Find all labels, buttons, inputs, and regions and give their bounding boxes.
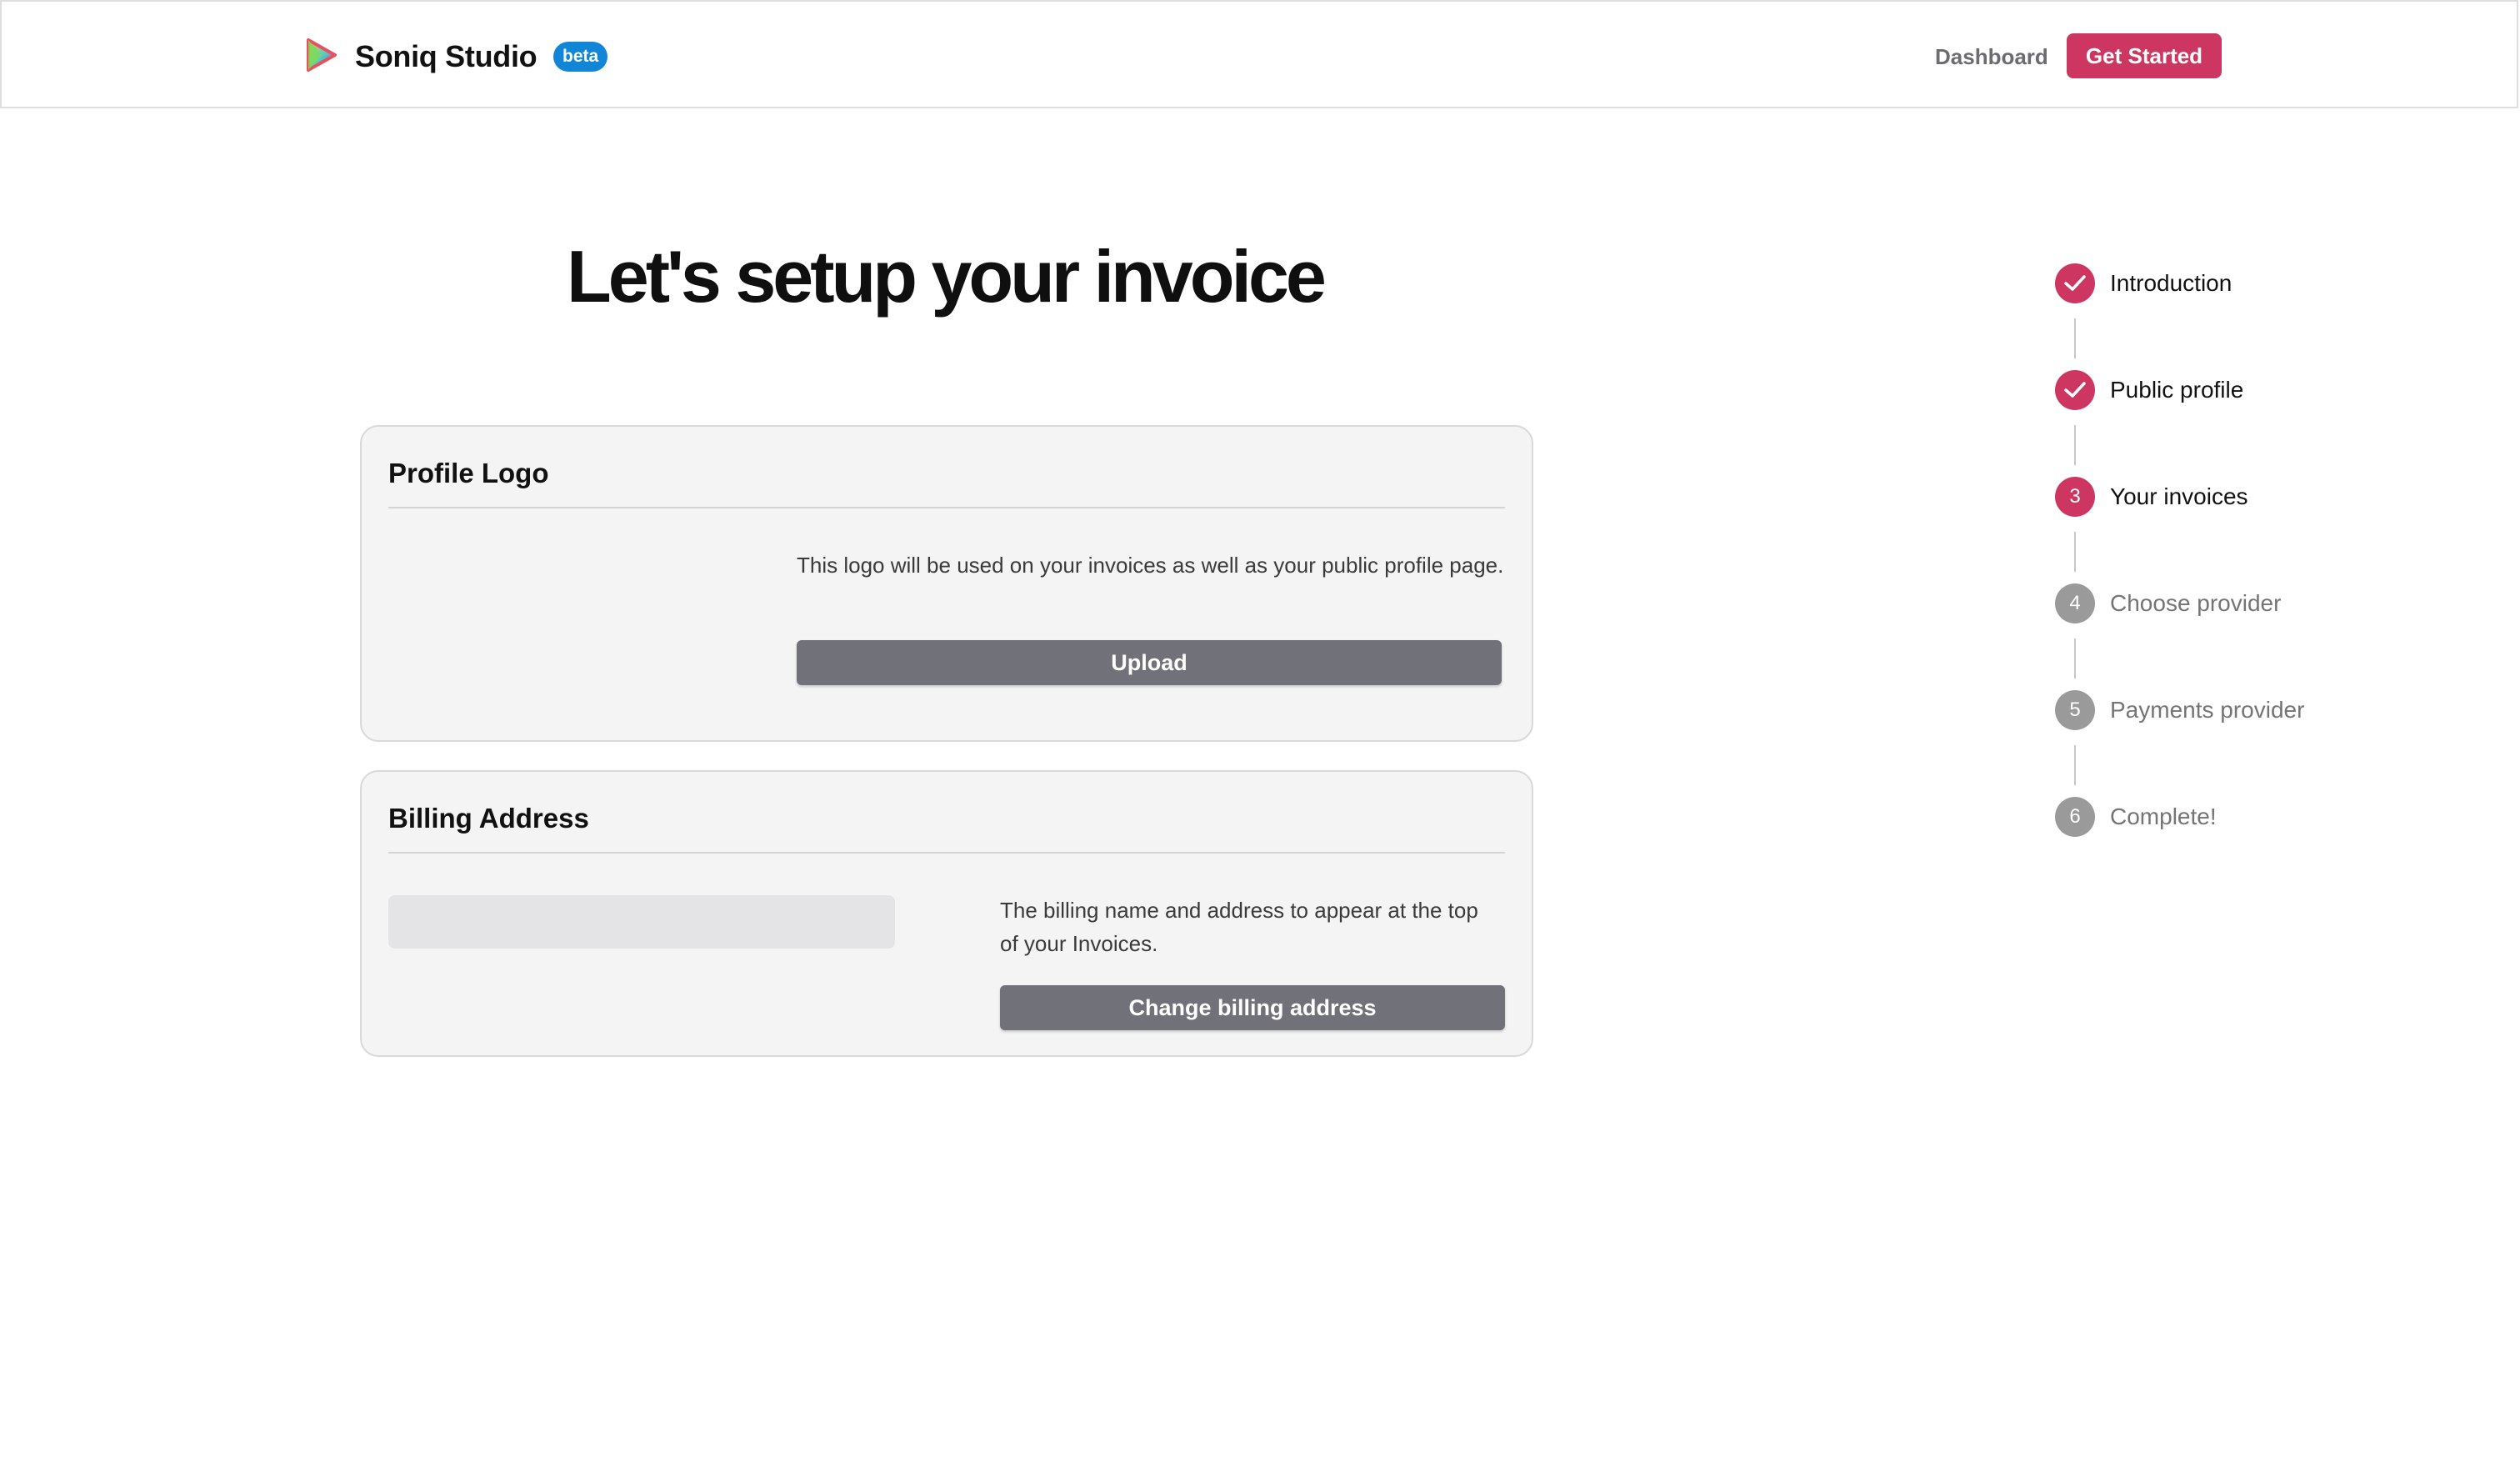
beta-badge: beta xyxy=(553,42,608,72)
check-icon xyxy=(2064,382,2086,398)
page-title: Let's setup your invoice xyxy=(567,235,1327,318)
step-label: Introduction xyxy=(2110,270,2232,296)
step-label: Choose provider xyxy=(2110,590,2282,616)
dashboard-link[interactable]: Dashboard xyxy=(1935,42,2048,72)
get-started-button[interactable]: Get Started xyxy=(2067,33,2222,78)
top-navbar: Soniq Studio beta Dashboard Get Started xyxy=(0,0,2518,108)
step-label: Public profile xyxy=(2110,377,2244,403)
profile-logo-description: This logo will be used on your invoices … xyxy=(797,553,1504,578)
step-connector xyxy=(2074,638,2076,678)
brand-name[interactable]: Soniq Studio xyxy=(355,35,538,78)
change-billing-address-button[interactable]: Change billing address xyxy=(1000,985,1505,1030)
step-label: Complete! xyxy=(2110,804,2217,829)
card-divider xyxy=(388,507,1505,508)
step-label: Payments provider xyxy=(2110,697,2305,723)
step-number: 4 xyxy=(2055,583,2095,623)
check-icon xyxy=(2064,275,2086,291)
onboarding-stepper: Introduction Public profile 3 Your invoi… xyxy=(2055,263,2488,847)
step-number: 3 xyxy=(2055,477,2095,517)
profile-logo-title: Profile Logo xyxy=(388,458,549,488)
step-number: 6 xyxy=(2055,797,2095,837)
billing-address-title: Billing Address xyxy=(388,803,589,834)
step-label: Your invoices xyxy=(2110,483,2248,509)
step-connector xyxy=(2074,745,2076,785)
step-connector xyxy=(2074,425,2076,465)
step-connector xyxy=(2074,532,2076,572)
profile-logo-card: Profile Logo This logo will be used on y… xyxy=(360,425,1533,742)
upload-button[interactable]: Upload xyxy=(797,640,1502,685)
card-divider xyxy=(388,852,1505,854)
billing-address-card: Billing Address The billing name and add… xyxy=(360,770,1533,1057)
step-status xyxy=(2055,370,2095,410)
step-number: 5 xyxy=(2055,690,2095,730)
soniq-logo-icon[interactable] xyxy=(303,37,338,73)
billing-address-placeholder xyxy=(388,895,895,949)
step-connector xyxy=(2074,318,2076,358)
billing-address-description: The billing name and address to appear a… xyxy=(1000,898,1478,956)
step-status xyxy=(2055,263,2095,303)
